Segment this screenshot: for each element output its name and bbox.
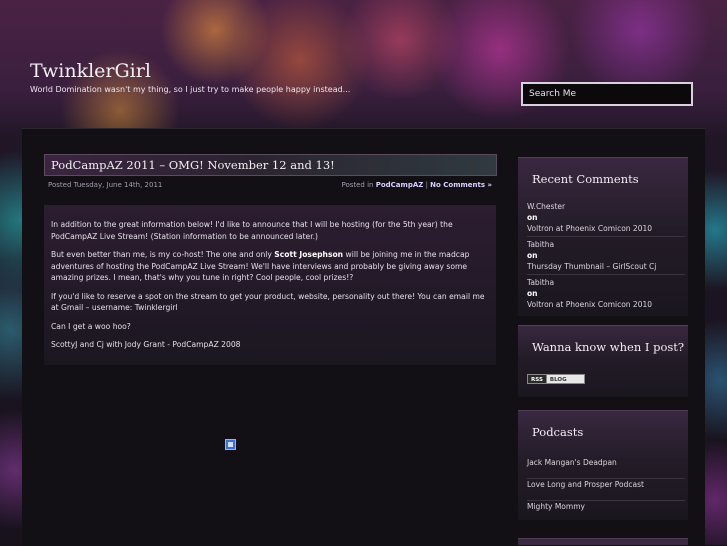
rss-feed-badge[interactable]: RSS BLOG	[527, 374, 585, 384]
subscribe-widget: Wanna know when I post? RSS BLOG	[518, 325, 688, 397]
comment-post-link[interactable]: Voltron at Phoenix Comicon 2010	[527, 223, 685, 234]
comment-post-link[interactable]: Thursday Thumbnail – GirlScout Cj	[527, 261, 685, 272]
podcast-link[interactable]: Mighty Mommy	[527, 501, 685, 522]
podcasts-list: Jack Mangan's Deadpan Love Long and Pros…	[527, 457, 685, 522]
podcast-link[interactable]: Jack Mangan's Deadpan	[527, 457, 685, 479]
podcast-link[interactable]: Love Long and Prosper Podcast	[527, 479, 685, 501]
image-caption: ScottyJ and Cj with Jody Grant - PodCamp…	[51, 340, 241, 349]
comment-on: on	[527, 289, 538, 298]
search-input[interactable]	[521, 82, 693, 106]
site-tagline: World Domination wasn't my thing, so I j…	[30, 85, 351, 94]
post-paragraph: But even better than me, is my co-host! …	[51, 249, 491, 284]
comment-on: on	[527, 213, 538, 222]
post-paragraph: In addition to the great information bel…	[51, 220, 453, 241]
post-title[interactable]: PodCampAZ 2011 – OMG! November 12 and 13…	[51, 158, 335, 172]
list-item: Tabitha on Voltron at Phoenix Comicon 20…	[527, 277, 685, 312]
comment-author[interactable]: Tabitha	[527, 239, 685, 250]
podcasts-widget: Podcasts Jack Mangan's Deadpan Love Long…	[518, 410, 688, 520]
blog-label: BLOG	[546, 374, 585, 384]
category-link[interactable]: PodCampAZ	[376, 181, 424, 189]
comment-post-link[interactable]: Voltron at Phoenix Comicon 2010	[527, 299, 685, 310]
widget-title: Wanna know when I post?	[532, 340, 685, 354]
post-paragraph: If you'd like to reserve a spot on the s…	[51, 291, 485, 313]
next-widget-edge	[518, 538, 688, 545]
comment-author[interactable]: W.Chester	[527, 201, 685, 212]
posted-in-label: Posted in	[341, 181, 374, 189]
comments-link[interactable]: No Comments »	[430, 181, 492, 189]
site-title[interactable]: TwinklerGirl	[30, 60, 151, 82]
widget-title: Recent Comments	[532, 172, 639, 186]
post-title-bar: PodCampAZ 2011 – OMG! November 12 and 13…	[44, 154, 497, 176]
rss-label: RSS	[527, 374, 547, 384]
comment-author[interactable]: Tabitha	[527, 277, 685, 288]
post-meta: Posted in PodCampAZ | No Comments »	[341, 181, 492, 189]
recent-comments-widget: Recent Comments W.Chester on Voltron at …	[518, 157, 688, 316]
post-date: Posted Tuesday, June 14th, 2011	[48, 181, 163, 189]
post-text: But even better than me, is my co-host! …	[51, 250, 275, 259]
meta-separator: |	[425, 181, 428, 189]
widget-title: Podcasts	[532, 425, 584, 439]
comment-on: on	[527, 251, 538, 260]
broken-image-icon[interactable]	[225, 439, 236, 450]
post-paragraph: Can I get a woo hoo?	[51, 321, 131, 331]
list-item: W.Chester on Voltron at Phoenix Comicon …	[527, 201, 685, 237]
cohost-name: Scott Josephson	[274, 250, 344, 259]
recent-comments-list: W.Chester on Voltron at Phoenix Comicon …	[527, 201, 685, 314]
list-item: Tabitha on Thursday Thumbnail – GirlScou…	[527, 239, 685, 275]
post-content: In addition to the great information bel…	[51, 219, 491, 358]
